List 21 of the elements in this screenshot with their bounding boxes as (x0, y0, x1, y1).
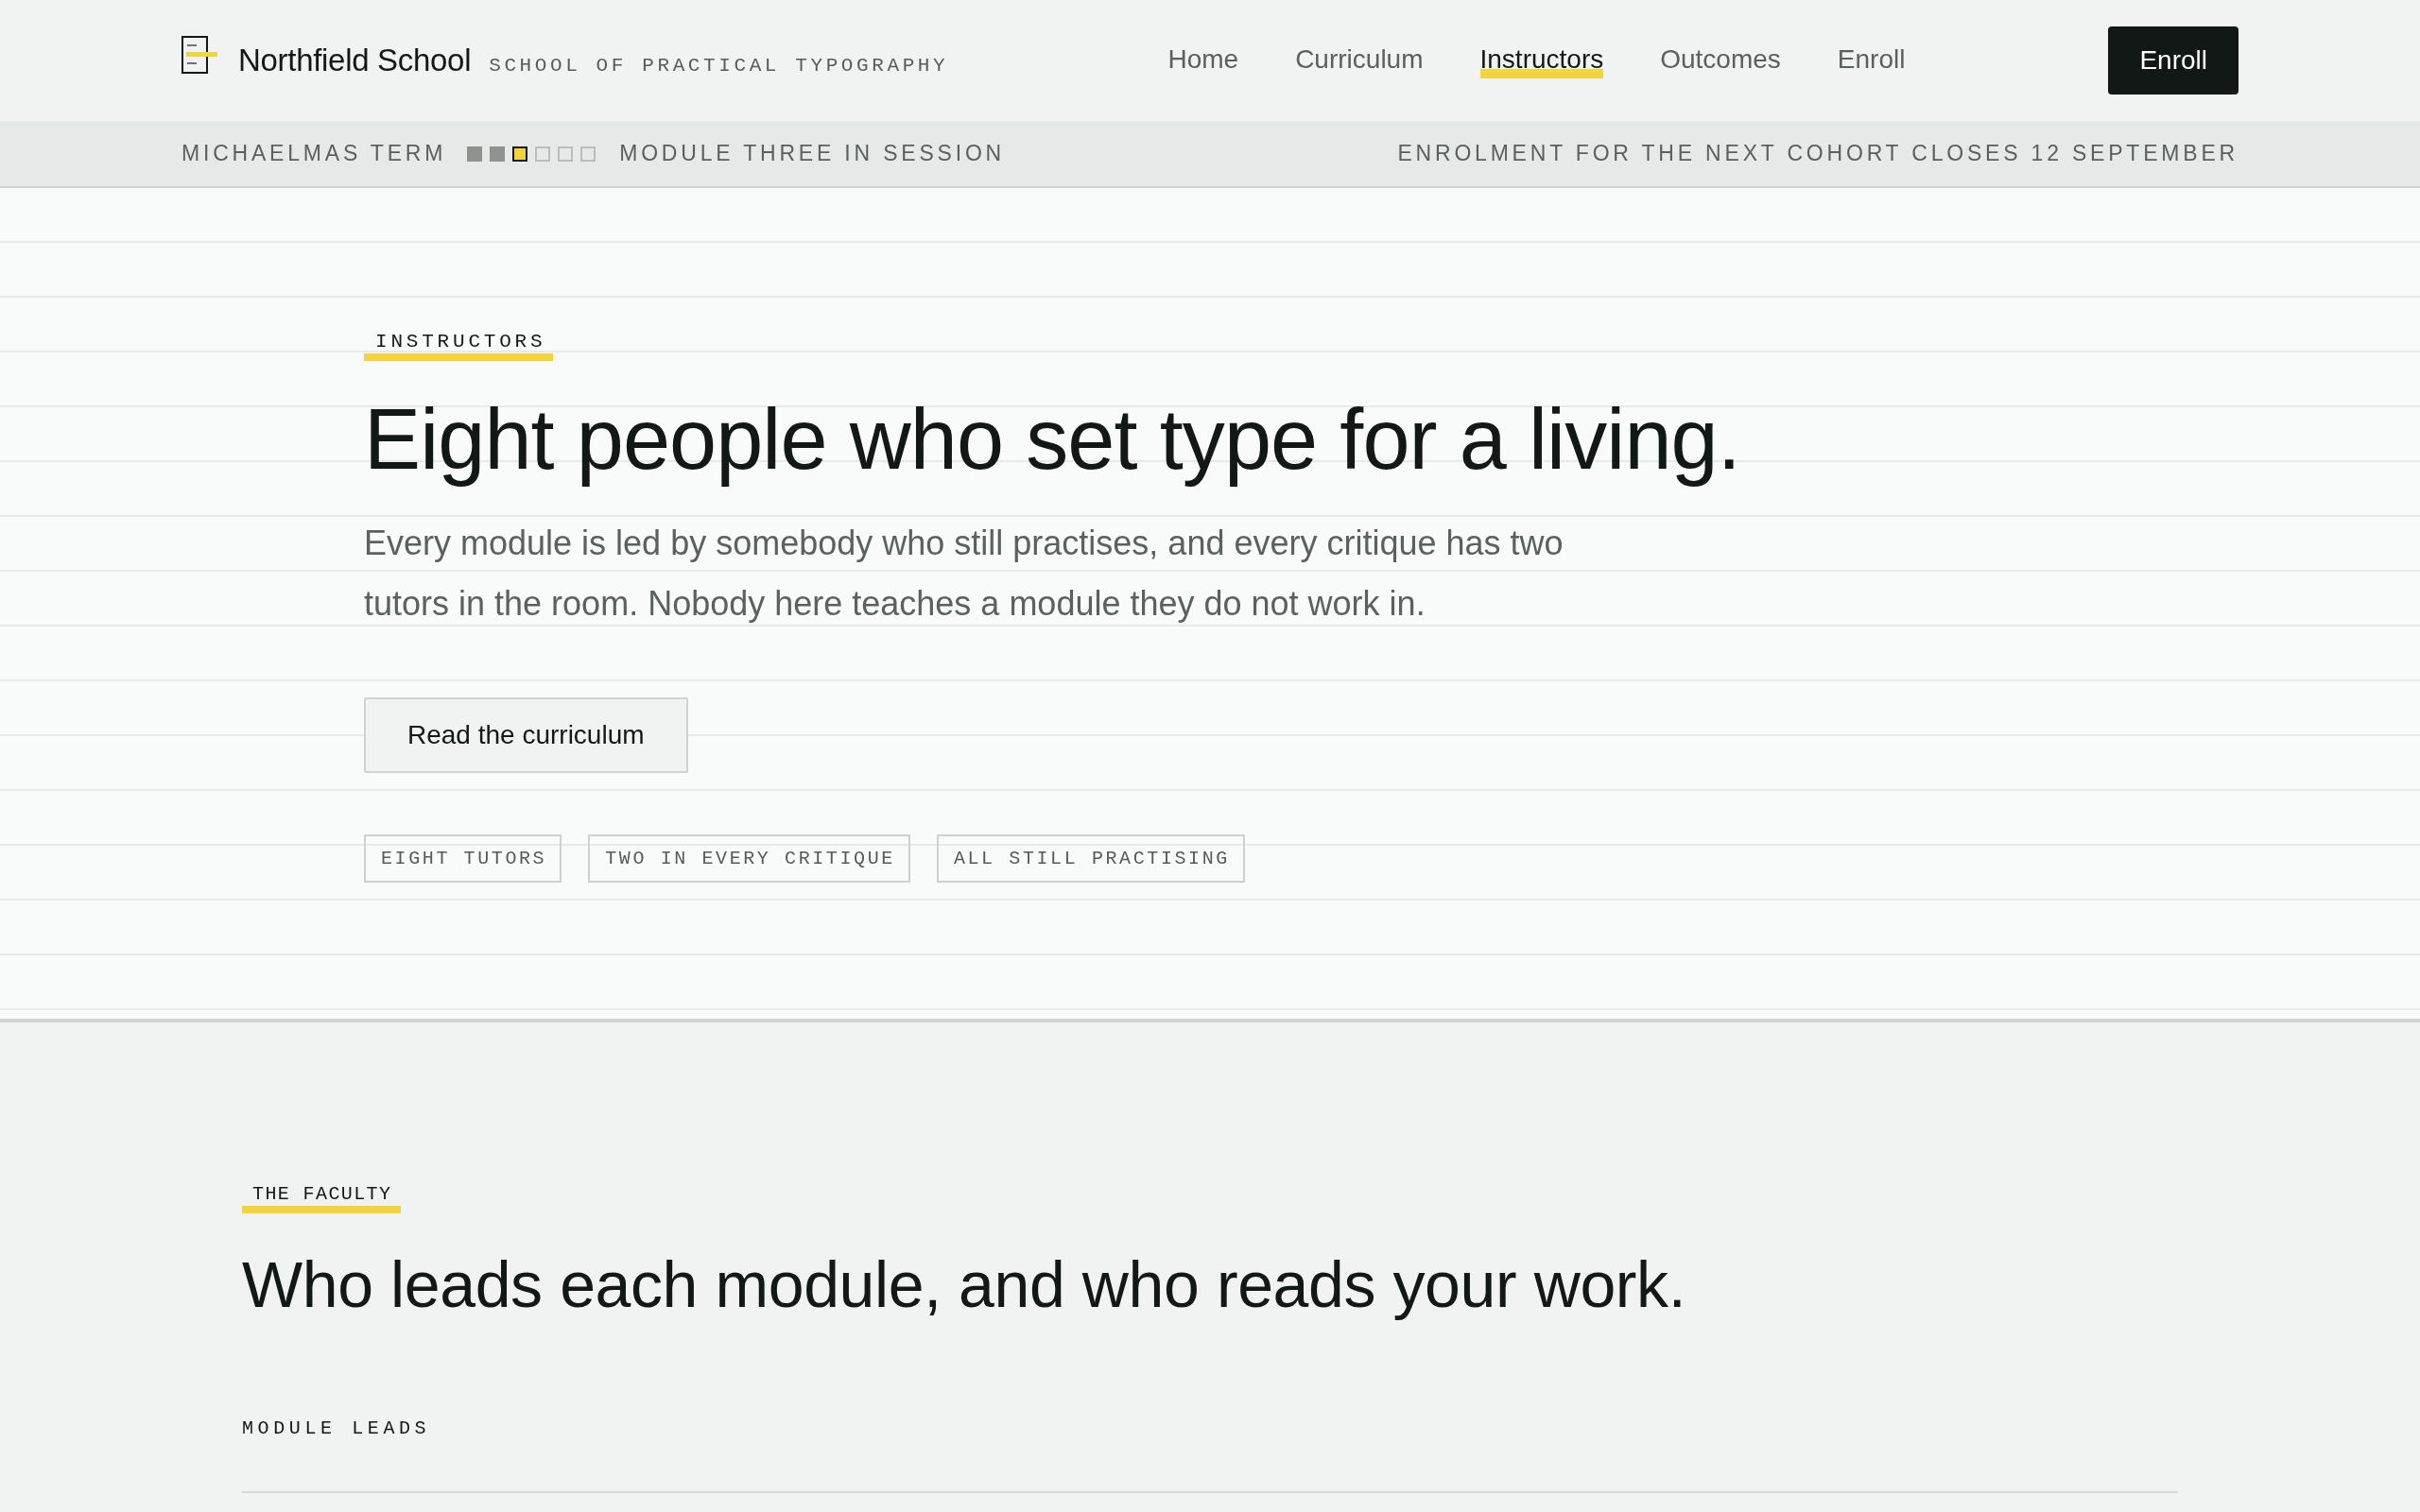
nav-link[interactable]: Enroll (1837, 43, 1906, 78)
nav-link[interactable]: Curriculum (1295, 43, 1424, 78)
hero-lede: Every module is led by somebody who still practises, and every critique has two tutors in the room. Nobody here teaches a module they do not work in. (364, 523, 1564, 625)
tag: ALL STILL PRACTISING (936, 834, 1245, 883)
logo-icon[interactable] (182, 35, 217, 74)
brand-tagline: SCHOOL OF PRACTICAL TYPOGRAPHY (489, 55, 949, 77)
session-label: MODULE THREE IN SESSION (619, 141, 1005, 166)
nav-link[interactable]: Outcomes (1660, 43, 1781, 78)
eyebrow-label: INSTRUCTORS (364, 331, 554, 361)
tag: TWO IN EVERY CRITIQUE (588, 834, 910, 883)
term-label: MICHAELMAS TERM (182, 141, 447, 166)
enrolment-notice: ENROLMENT FOR THE NEXT COHORT CLOSES 12 SEPTEMBER (1397, 141, 2238, 166)
hero-title: Eight people who set type for a living. (364, 393, 1740, 487)
eyebrow-label: THE FACULTY (242, 1183, 402, 1213)
curriculum-button[interactable]: Read the curriculum (364, 697, 688, 773)
nav-link[interactable]: Home (1167, 43, 1239, 78)
brand-name[interactable]: Northfield School (238, 43, 472, 78)
tag: EIGHT TUTORS (364, 834, 562, 883)
section-title: Who leads each module, and who reads your work. (242, 1247, 1686, 1321)
subsection-heading: MODULE LEADS (242, 1418, 431, 1440)
enroll-button[interactable]: Enroll (2108, 26, 2238, 94)
